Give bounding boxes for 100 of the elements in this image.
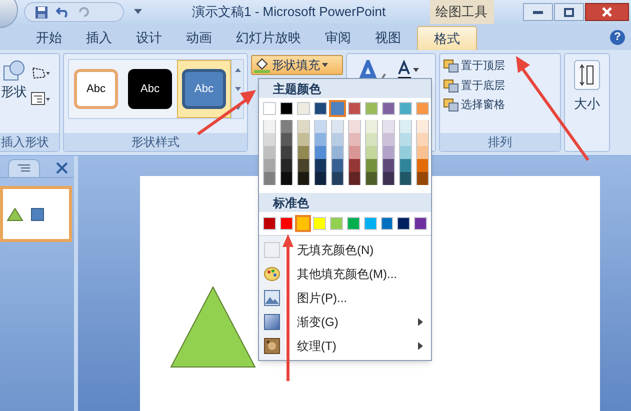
color-swatch[interactable] [296, 217, 310, 230]
color-swatch[interactable] [280, 146, 293, 159]
color-swatch[interactable] [399, 120, 412, 133]
color-swatch[interactable] [365, 172, 378, 185]
color-swatch[interactable] [314, 120, 327, 133]
style-gallery-item[interactable]: Abc [177, 60, 231, 118]
color-swatch[interactable] [263, 102, 276, 115]
color-swatch[interactable] [297, 146, 310, 159]
color-swatch[interactable] [348, 133, 361, 146]
color-swatch[interactable] [416, 133, 429, 146]
color-swatch[interactable] [365, 102, 378, 115]
restore-button[interactable] [554, 3, 584, 21]
color-swatch[interactable] [331, 172, 344, 185]
color-swatch[interactable] [399, 102, 412, 115]
style-gallery-item[interactable]: Abc [123, 60, 177, 118]
menu-item[interactable]: 纹理(T) [259, 334, 431, 358]
ribbon-tab[interactable]: 动画 [174, 26, 224, 50]
shape-fill-button[interactable]: 形状填充 [251, 55, 343, 75]
color-swatch[interactable] [331, 159, 344, 172]
color-swatch[interactable] [297, 120, 310, 133]
menu-item[interactable]: 无填充颜色(N) [259, 238, 431, 262]
shapes-icon[interactable] [3, 60, 25, 82]
slide-thumbnail[interactable] [0, 186, 72, 242]
color-swatch[interactable] [399, 159, 412, 172]
color-swatch[interactable] [297, 102, 310, 115]
ribbon-tab[interactable]: 视图 [363, 26, 413, 50]
color-swatch[interactable] [365, 159, 378, 172]
color-swatch[interactable] [380, 217, 394, 230]
color-swatch[interactable] [399, 146, 412, 159]
arrange-button[interactable]: 选择窗格 [443, 97, 560, 114]
dropdown-caret-icon[interactable] [134, 9, 142, 15]
color-swatch[interactable] [382, 102, 395, 115]
color-swatch[interactable] [416, 120, 429, 133]
color-swatch[interactable] [280, 102, 293, 115]
ribbon-tab[interactable]: 审阅 [313, 26, 363, 50]
color-swatch[interactable] [263, 172, 276, 185]
color-swatch[interactable] [365, 133, 378, 146]
color-swatch[interactable] [331, 102, 344, 115]
color-swatch[interactable] [348, 120, 361, 133]
color-swatch[interactable] [346, 217, 360, 230]
color-swatch[interactable] [263, 146, 276, 159]
color-swatch[interactable] [330, 217, 343, 230]
size-icon[interactable] [574, 60, 600, 90]
color-swatch[interactable] [263, 120, 276, 133]
color-swatch[interactable] [263, 133, 276, 146]
color-swatch[interactable] [364, 217, 377, 230]
save-icon[interactable] [35, 6, 48, 18]
color-swatch[interactable] [314, 102, 327, 115]
color-swatch[interactable] [348, 102, 361, 115]
color-swatch[interactable] [416, 172, 429, 185]
ribbon-tab[interactable]: 幻灯片放映 [224, 26, 313, 50]
color-swatch[interactable] [297, 133, 310, 146]
color-swatch[interactable] [348, 172, 361, 185]
color-swatch[interactable] [314, 172, 327, 185]
style-gallery-item[interactable]: Abc [69, 60, 123, 118]
ribbon-tab[interactable]: 设计 [124, 26, 174, 50]
gallery-scroll-bar[interactable] [231, 60, 243, 118]
color-swatch[interactable] [314, 146, 327, 159]
redo-icon[interactable] [78, 6, 90, 18]
color-swatch[interactable] [348, 146, 361, 159]
undo-icon[interactable] [56, 6, 70, 18]
color-swatch[interactable] [382, 120, 395, 133]
color-swatch[interactable] [331, 120, 344, 133]
color-swatch[interactable] [331, 133, 344, 146]
menu-item[interactable]: 图片(P)... [259, 286, 431, 310]
color-swatch[interactable] [365, 146, 378, 159]
color-swatch[interactable] [414, 217, 427, 230]
color-swatch[interactable] [280, 159, 293, 172]
color-swatch[interactable] [365, 120, 378, 133]
ribbon-tab[interactable]: 插入 [74, 26, 124, 50]
color-swatch[interactable] [382, 159, 395, 172]
color-swatch[interactable] [399, 133, 412, 146]
menu-item[interactable]: 其他填充颜色(M)... [259, 262, 431, 286]
text-box-icon[interactable] [31, 92, 51, 106]
size-label[interactable]: 大小 [574, 94, 600, 114]
help-button[interactable]: ? [610, 30, 625, 45]
color-swatch[interactable] [348, 159, 361, 172]
color-swatch[interactable] [280, 133, 293, 146]
color-swatch[interactable] [382, 172, 395, 185]
edit-shape-icon[interactable] [31, 66, 51, 80]
color-swatch[interactable] [313, 217, 326, 230]
color-swatch[interactable] [263, 159, 276, 172]
color-swatch[interactable] [280, 120, 293, 133]
ribbon-tab[interactable]: 开始 [24, 26, 74, 50]
color-swatch[interactable] [416, 159, 429, 172]
color-swatch[interactable] [416, 146, 429, 159]
close-icon[interactable] [56, 162, 68, 174]
color-swatch[interactable] [331, 146, 344, 159]
color-swatch[interactable] [416, 102, 429, 115]
ribbon-tab[interactable]: 格式 [417, 26, 477, 50]
color-swatch[interactable] [314, 133, 327, 146]
color-swatch[interactable] [382, 133, 395, 146]
minimize-button[interactable] [523, 3, 553, 21]
close-button[interactable] [585, 3, 629, 21]
color-swatch[interactable] [280, 217, 293, 230]
color-swatch[interactable] [314, 159, 327, 172]
color-swatch[interactable] [397, 217, 410, 230]
color-swatch[interactable] [382, 146, 395, 159]
color-swatch[interactable] [297, 172, 310, 185]
color-swatch[interactable] [297, 159, 310, 172]
